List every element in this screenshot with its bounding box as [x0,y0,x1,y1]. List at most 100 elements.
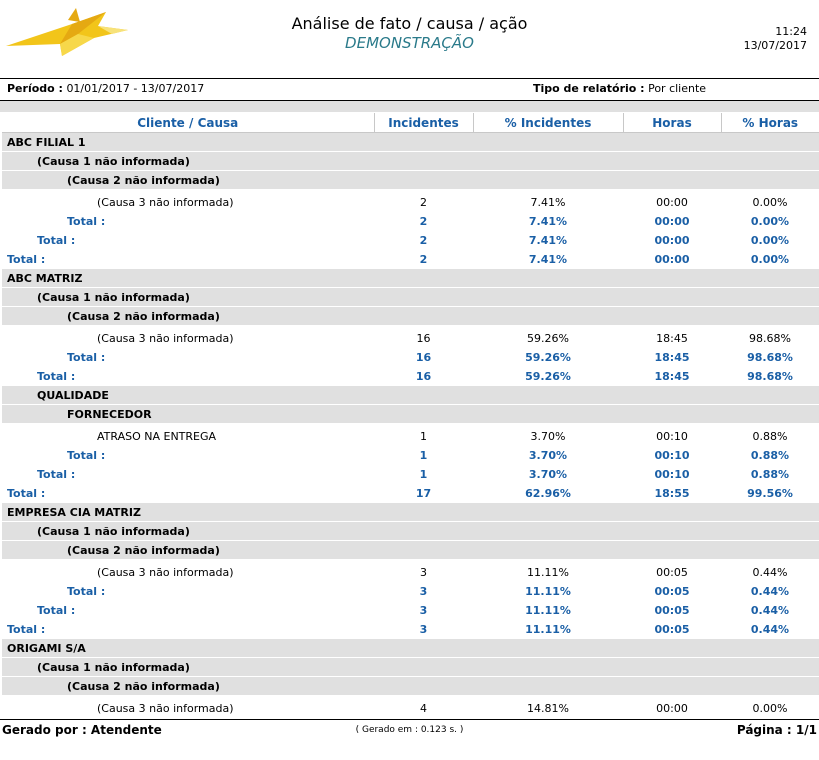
incidents-pct-cell: 7.41% [473,250,623,269]
empty-cell [623,386,721,405]
empty-cell [721,269,819,288]
report-title-block: Análise de fato / causa / ação DEMONSTRA… [0,14,819,52]
row-label: Total : [2,582,374,601]
group-row: (Causa 1 não informada) [2,287,819,307]
empty-cell [473,151,623,171]
report-type-value: Por cliente [648,82,707,95]
incidents-pct-cell: 7.41% [473,193,623,212]
incidents-pct-cell: 59.26% [473,329,623,348]
empty-cell [473,287,623,307]
empty-cell [473,657,623,677]
incidents-cell: 17 [374,484,473,503]
detail-row: (Causa 3 não informada) 3 11.11% 00:05 0.44% [2,563,819,582]
hours-pct-cell: 98.68% [721,329,819,348]
hours-cell: 00:00 [623,699,721,718]
group-row: FORNECEDOR [2,404,819,424]
group-label: ORIGAMI S/A [2,639,374,658]
incidents-cell: 16 [374,329,473,348]
report-date: 13/07/2017 [743,39,807,52]
period-value: 01/01/2017 - 13/07/2017 [66,82,205,95]
hours-pct-cell: 98.68% [721,348,819,367]
empty-cell [623,287,721,307]
incidents-pct-cell: 11.11% [473,563,623,582]
empty-cell [473,639,623,658]
group-row: ABC FILIAL 1 [2,132,819,152]
empty-cell [721,521,819,541]
report-timestamp: 11:24 13/07/2017 [744,25,807,53]
row-label: Total : [2,446,374,465]
empty-cell [623,503,721,522]
empty-cell [721,639,819,658]
incidents-pct-cell: 11.11% [473,582,623,601]
hours-pct-cell: 0.00% [721,193,819,212]
empty-cell [721,676,819,696]
empty-cell [721,151,819,171]
hours-cell: 18:45 [623,367,721,386]
col-header-incidentes: Incidentes [373,113,473,133]
empty-cell [623,540,721,560]
incidents-pct-cell: 7.41% [473,212,623,231]
total-row: Total :3 11.11% 00:05 0.44% [2,582,819,601]
hours-cell: 18:45 [623,348,721,367]
row-label: Total : [2,367,374,386]
empty-cell [374,151,473,171]
incidents-cell: 16 [374,367,473,386]
group-row: (Causa 2 não informada) [2,170,819,190]
total-row: Total :2 7.41% 00:00 0.00% [2,231,819,250]
generation-time: ( Gerado em : 0.123 s. ) [355,725,464,735]
hours-cell: 00:05 [623,601,721,620]
hours-cell: 00:00 [623,193,721,212]
footer-divider [0,719,819,720]
row-label: (Causa 3 não informada) [2,563,374,582]
report-type-label: Tipo de relatório : [533,82,645,95]
total-row: Total :16 59.26% 18:45 98.68% [2,348,819,367]
group-label: (Causa 2 não informada) [2,306,374,326]
group-row: (Causa 2 não informada) [2,676,819,696]
empty-cell [473,306,623,326]
incidents-pct-cell: 11.11% [473,620,623,639]
incidents-cell: 2 [374,212,473,231]
hours-pct-cell: 0.88% [721,446,819,465]
incidents-cell: 2 [374,250,473,269]
total-row: Total :2 7.41% 00:00 0.00% [2,250,819,269]
total-row: Total :3 11.11% 00:05 0.44% [2,620,819,639]
empty-cell [721,170,819,190]
hours-pct-cell: 0.44% [721,601,819,620]
group-label: (Causa 2 não informada) [2,676,374,696]
empty-cell [374,170,473,190]
empty-cell [374,269,473,288]
group-row: (Causa 1 não informada) [2,151,819,171]
group-label: (Causa 1 não informada) [2,657,374,677]
col-header-pct-incidentes: % Incidentes [472,113,623,133]
empty-cell [623,676,721,696]
empty-cell [473,540,623,560]
header-divider [0,78,819,79]
row-label: Total : [2,348,374,367]
empty-cell [473,386,623,405]
empty-cell [473,269,623,288]
group-label: QUALIDADE [2,386,374,405]
period-label: Período : [7,82,63,95]
empty-cell [374,132,473,152]
group-row: QUALIDADE [2,386,819,405]
incidents-cell: 3 [374,582,473,601]
empty-cell [721,306,819,326]
hours-cell: 00:00 [623,231,721,250]
table-header-row: Cliente / Causa Incidentes % Incidentes … [2,113,819,133]
incidents-pct-cell: 59.26% [473,348,623,367]
row-label: Total : [2,231,374,250]
group-label: (Causa 1 não informada) [2,151,374,171]
empty-cell [473,170,623,190]
total-row: Total :1 3.70% 00:10 0.88% [2,465,819,484]
row-label: Total : [2,601,374,620]
hours-pct-cell: 0.00% [721,250,819,269]
hours-cell: 00:05 [623,582,721,601]
detail-row: ATRASO NA ENTREGA 1 3.70% 00:10 0.88% [2,427,819,446]
empty-cell [623,132,721,152]
incidents-cell: 4 [374,699,473,718]
hours-pct-cell: 0.88% [721,427,819,446]
incidents-cell: 1 [374,465,473,484]
empty-cell [473,503,623,522]
hours-cell: 00:00 [623,212,721,231]
report-time: 11:24 [775,25,807,38]
